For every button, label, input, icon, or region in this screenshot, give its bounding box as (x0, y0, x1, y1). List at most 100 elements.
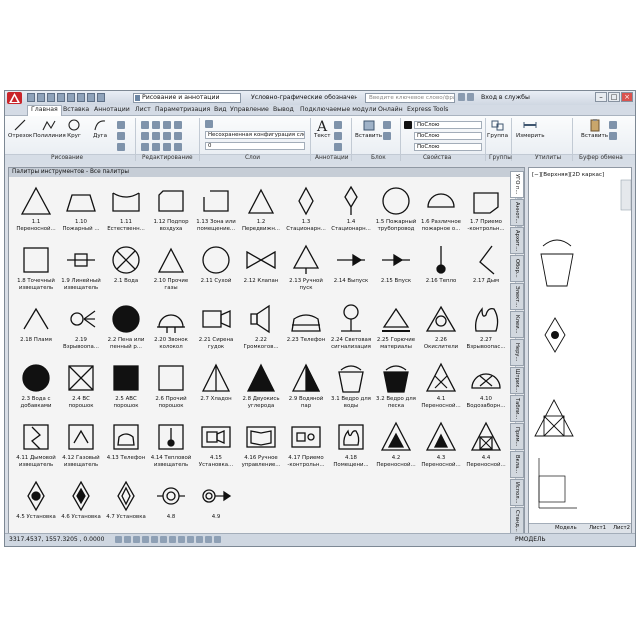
search-input[interactable]: Введите ключевое слово/фразу (365, 93, 455, 103)
palette-side-tab[interactable]: Аннот... (510, 199, 524, 226)
palette-side-tab[interactable]: Элект... (510, 283, 524, 310)
palette-tool-item[interactable]: 2.27 Взрывоопас... (458, 297, 514, 355)
palette-side-tab[interactable]: Клеи... (510, 311, 524, 338)
print-icon[interactable] (67, 93, 75, 102)
tab-express-tools[interactable]: Express Tools (407, 106, 448, 114)
measure-button[interactable]: Измерить (516, 118, 545, 139)
transparency-icon[interactable] (196, 536, 203, 543)
circle-button[interactable]: Круг (67, 118, 81, 139)
edit-block-icon[interactable] (383, 132, 391, 140)
snap-icon[interactable] (115, 536, 122, 543)
model-space-label[interactable]: РМОДЕЛЬ (515, 536, 546, 543)
open-file-icon[interactable] (37, 93, 45, 102)
lineweight-select[interactable]: ПоСлою (414, 132, 482, 140)
qp-icon[interactable] (205, 536, 212, 543)
fillet-icon[interactable] (163, 132, 171, 140)
erase-icon[interactable] (174, 121, 182, 129)
redo-icon[interactable] (87, 93, 95, 102)
palette-side-tab[interactable]: Архит... (510, 227, 524, 254)
user-icon[interactable] (467, 93, 474, 101)
array-icon[interactable] (163, 143, 171, 151)
login-link[interactable]: Вход в службы (481, 94, 530, 101)
text-button[interactable]: A Текст (314, 118, 331, 139)
otrack-icon[interactable] (160, 536, 167, 543)
offset-icon[interactable] (174, 143, 182, 151)
close-button[interactable]: × (621, 92, 633, 102)
stretch-icon[interactable] (141, 143, 149, 151)
tab-online[interactable]: Онлайн (378, 106, 403, 114)
current-layer-select[interactable]: 0 (205, 142, 305, 150)
undo-icon[interactable] (77, 93, 85, 102)
drawing-area[interactable]: [−][Верхняя][2D каркас] Модель Лист1 Лис… (528, 167, 632, 534)
group-button[interactable]: Группа (487, 118, 508, 139)
tab-layout2[interactable]: Лист2 (613, 525, 630, 531)
palette-tool-item[interactable]: 1.7 Приемо -контрольн... (458, 179, 514, 237)
line-button[interactable]: Отрезок (8, 118, 32, 139)
grid-icon[interactable] (124, 536, 131, 543)
palette-side-tab[interactable]: Штрих... (510, 367, 524, 394)
palette-tool-item[interactable]: 2.17 Дым (458, 238, 514, 296)
draw-tool-icon[interactable] (117, 121, 125, 129)
rotate-icon[interactable] (152, 121, 160, 129)
palette-side-tab[interactable]: Станд... (510, 507, 524, 534)
utilities-panel-label[interactable]: Утилиты (535, 155, 561, 161)
palette-side-tab[interactable]: Табли... (510, 395, 524, 422)
lineweight-icon[interactable] (187, 536, 194, 543)
table-icon[interactable] (334, 143, 342, 151)
dimension-icon[interactable] (334, 121, 342, 129)
leader-icon[interactable] (334, 132, 342, 140)
properties-panel-label[interactable]: Свойства (423, 155, 451, 161)
tab-home[interactable]: Главная (27, 105, 62, 116)
mirror-icon[interactable] (152, 132, 160, 140)
layer-properties-icon[interactable] (205, 120, 213, 128)
cut-icon[interactable] (609, 132, 617, 140)
explode-icon[interactable] (174, 132, 182, 140)
block-panel-label[interactable]: Блок (371, 155, 386, 161)
insert-block-button[interactable]: Вставить (355, 118, 382, 139)
create-block-icon[interactable] (383, 121, 391, 129)
copy-icon[interactable] (141, 132, 149, 140)
groups-panel-label[interactable]: Группы (489, 155, 512, 161)
dyn-icon[interactable] (178, 536, 185, 543)
tab-output[interactable]: Вывод (273, 106, 294, 114)
tab-layout[interactable]: Лист (135, 106, 151, 114)
search-icon[interactable] (458, 93, 465, 101)
drawing-canvas[interactable] (529, 168, 632, 534)
polar-icon[interactable] (142, 536, 149, 543)
palette-side-tab[interactable]: Неру... (510, 339, 524, 366)
tab-model[interactable]: Модель (555, 525, 577, 531)
trim-icon[interactable] (163, 121, 171, 129)
clipboard-panel-label[interactable]: Буфер обмена (579, 155, 623, 161)
palette-tool-item[interactable]: 4.4 Переносной... (458, 415, 514, 473)
polyline-button[interactable]: Полилиния (33, 118, 66, 139)
maximize-button[interactable]: □ (608, 92, 620, 102)
osnap-icon[interactable] (151, 536, 158, 543)
save-icon[interactable] (47, 93, 55, 102)
move-icon[interactable] (141, 121, 149, 129)
tab-view[interactable]: Вид (214, 106, 227, 114)
draw-tool-icon[interactable] (117, 132, 125, 140)
ortho-icon[interactable] (133, 536, 140, 543)
layers-panel-label[interactable]: Слои (245, 155, 260, 161)
tab-parametric[interactable]: Параметризация (155, 106, 210, 114)
palette-tool-item[interactable]: 4.10 Водозаборн... (458, 356, 514, 414)
draw-panel-label[interactable]: Рисование (51, 155, 83, 161)
color-select[interactable]: ПоСлою (414, 121, 482, 129)
workspace-select[interactable]: Рисование и аннотации (133, 93, 241, 103)
draw-tool-icon[interactable] (117, 143, 125, 151)
copy-clip-icon[interactable] (609, 121, 617, 129)
palette-side-tab[interactable]: Испол... (510, 479, 524, 506)
tab-annotate[interactable]: Аннотации (94, 106, 130, 114)
color-swatch-icon[interactable] (404, 121, 412, 129)
palette-tool-item[interactable]: 4.9 (188, 474, 244, 532)
scale-icon[interactable] (152, 143, 160, 151)
palette-side-tab[interactable]: УГО п... (510, 171, 524, 198)
annotation-panel-label[interactable]: Аннотации (315, 155, 349, 161)
sc-icon[interactable] (214, 536, 221, 543)
ducs-icon[interactable] (169, 536, 176, 543)
palette-side-tab[interactable]: Прим... (510, 423, 524, 450)
application-menu-button[interactable] (7, 92, 22, 104)
linetype-select[interactable]: ПоСлою (414, 143, 482, 151)
minimize-button[interactable]: – (595, 92, 607, 102)
save-as-icon[interactable] (57, 93, 65, 102)
